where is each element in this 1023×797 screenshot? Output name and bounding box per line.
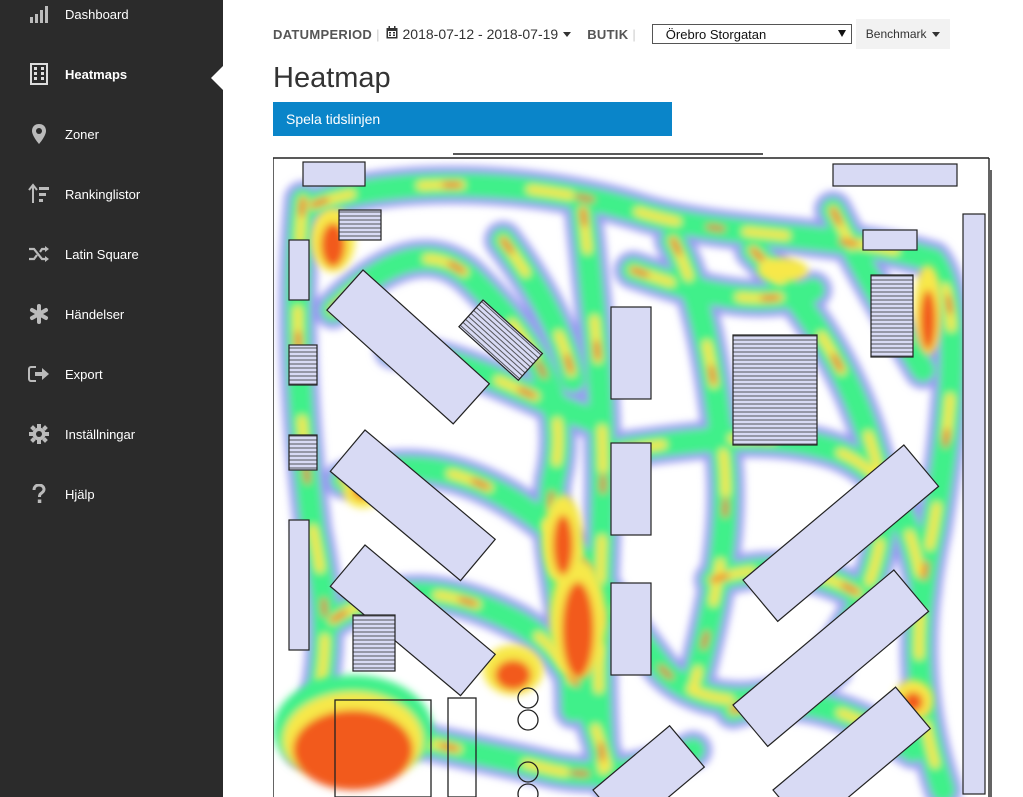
select-arrow-icon <box>837 30 846 37</box>
question-icon <box>28 483 50 505</box>
building-icon <box>28 63 50 85</box>
signal-bars-icon <box>28 3 50 25</box>
sidebar-item-label: Heatmaps <box>65 66 128 82</box>
sidebar-item-label: Inställningar <box>65 426 136 442</box>
sidebar-item-rankinglistor[interactable]: Rankinglistor <box>0 164 223 224</box>
sidebar-item-label: Hjälp <box>65 486 95 502</box>
date-range-picker[interactable]: 2018-07-12 - 2018-07-19 <box>386 26 572 42</box>
benchmark-dropdown[interactable]: Benchmark <box>855 19 950 49</box>
sidebar-item-export[interactable]: Export <box>0 344 223 404</box>
date-range-value: 2018-07-12 - 2018-07-19 <box>402 26 559 42</box>
map-pin-icon <box>28 123 50 145</box>
heatmap-canvas[interactable] <box>273 150 997 797</box>
gear-icon <box>28 423 50 445</box>
sidebar-item-label: Händelser <box>65 306 125 322</box>
sidebar-item-handelser[interactable]: Händelser <box>0 284 223 344</box>
export-icon <box>28 363 50 385</box>
sidebar-item-heatmaps[interactable]: Heatmaps <box>0 44 223 104</box>
sort-ranking-icon <box>28 183 50 205</box>
sidebar-item-hjalp[interactable]: Hjälp <box>0 464 223 524</box>
asterisk-icon <box>28 303 50 325</box>
benchmark-label: Benchmark <box>865 27 927 41</box>
separator: | <box>376 26 380 42</box>
caret-down-icon <box>931 31 940 37</box>
store-select-value: Örebro Storgatan <box>665 26 767 42</box>
active-indicator <box>211 66 223 90</box>
page-title: Heatmap <box>273 62 391 94</box>
sidebar: Dashboard Heatmaps Zoner Rankinglistor L… <box>0 0 223 797</box>
heatmap-image <box>273 153 992 797</box>
store-label: BUTIK <box>587 26 629 42</box>
separator: | <box>632 26 636 42</box>
sidebar-item-label: Rankinglistor <box>65 186 141 202</box>
play-timeline-button[interactable]: Spela tidslinjen <box>273 102 672 136</box>
sidebar-item-label: Zoner <box>65 126 99 142</box>
caret-down-icon <box>563 31 572 37</box>
filter-bar: DATUMPERIOD | 2018-07-12 - 2018-07-19 BU… <box>273 19 950 49</box>
sidebar-item-installningar[interactable]: Inställningar <box>0 404 223 464</box>
sidebar-item-label: Export <box>65 366 103 382</box>
period-label: DATUMPERIOD <box>273 26 373 42</box>
sidebar-item-dashboard[interactable]: Dashboard <box>0 0 223 44</box>
sidebar-item-zoner[interactable]: Zoner <box>0 104 223 164</box>
sidebar-item-latin-square[interactable]: Latin Square <box>0 224 223 284</box>
play-timeline-label: Spela tidslinjen <box>286 111 381 127</box>
shuffle-icon <box>28 243 50 265</box>
sidebar-item-label: Latin Square <box>65 246 139 262</box>
calendar-icon <box>386 26 398 42</box>
store-select[interactable]: Örebro Storgatan <box>651 24 852 44</box>
sidebar-item-label: Dashboard <box>65 6 129 22</box>
